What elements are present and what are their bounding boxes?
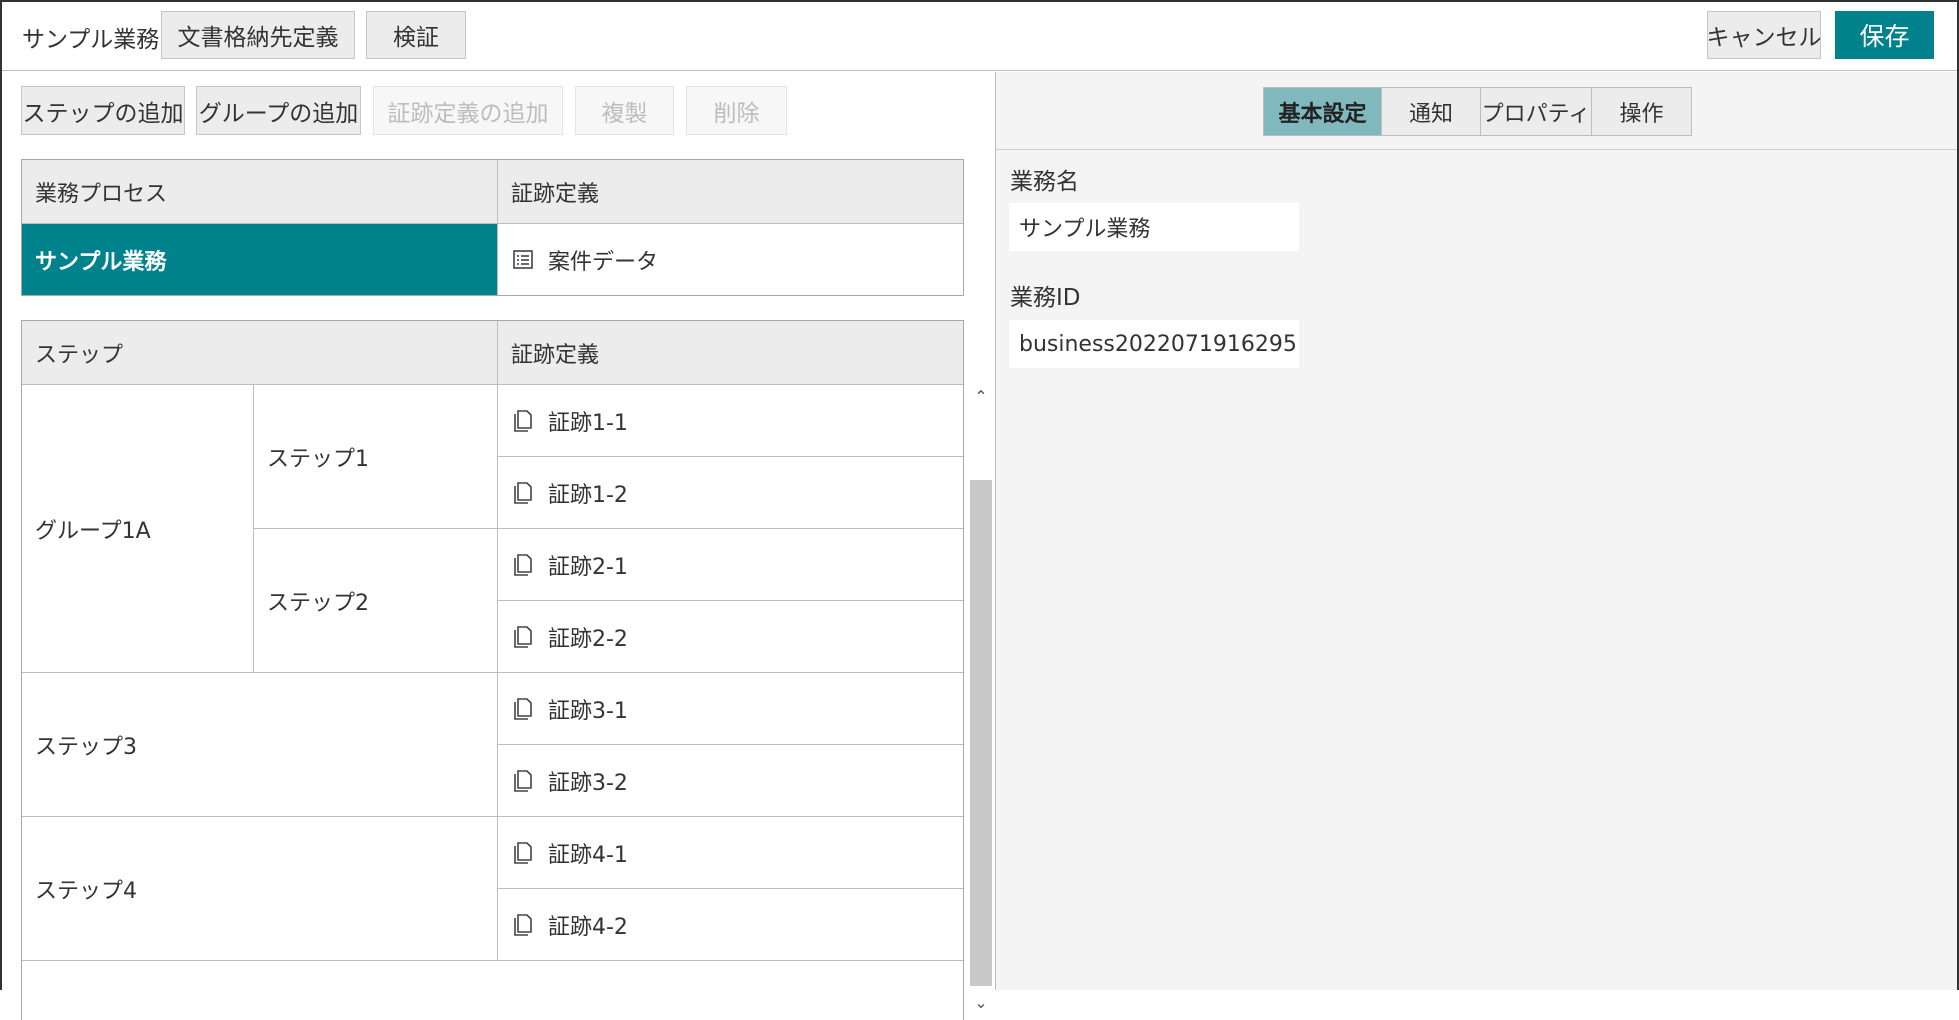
evidence-label: 証跡2-1 [548,554,628,580]
documents-icon [512,409,534,433]
evidence-label: 証跡4-1 [548,842,628,868]
documents-icon [512,625,534,649]
properties-panel: 基本設定 通知 プロパティ 操作 業務名 業務ID [996,72,1957,990]
add-evidence-definition-button[interactable]: 証跡定義の追加 [373,86,563,135]
group-cell[interactable]: グループ1A [22,385,254,673]
documents-icon [512,697,534,721]
evidence-label: 証跡3-1 [548,698,628,724]
documents-icon [512,481,534,505]
documents-icon [512,769,534,793]
evidence-label: 証跡1-1 [548,410,628,436]
process-evidence-cell[interactable]: 案件データ [498,224,963,295]
evidence-label: 証跡4-2 [548,914,628,940]
business-id-label: 業務ID [1010,285,1081,311]
evidence-cell[interactable]: 証跡1-1 [498,385,963,457]
scroll-down-icon[interactable]: ⌄ [970,993,992,1012]
evidence-cell[interactable]: 証跡2-2 [498,601,963,673]
scrollbar-thumb[interactable] [970,480,992,986]
evidence-label: 証跡3-2 [548,770,628,796]
documents-icon [512,841,534,865]
evidence-cell[interactable]: 証跡2-1 [498,529,963,601]
business-name-input[interactable] [1009,203,1299,251]
tab-divider [996,149,1957,150]
step-cell[interactable]: ステップ2 [254,529,498,673]
evidence-cell[interactable]: 証跡1-2 [498,457,963,529]
top-bar: サンプル業務 文書格納先定義 検証 キャンセル 保存 [2,2,1957,71]
app-title: サンプル業務 [22,27,160,53]
verify-button[interactable]: 検証 [366,11,466,59]
step-column-header: ステップ [22,321,498,385]
tab-notification[interactable]: 通知 [1381,87,1481,136]
documents-icon [512,913,534,937]
evidence-cell[interactable]: 証跡3-1 [498,673,963,745]
process-row-selected[interactable]: サンプル業務 [22,224,498,295]
step-cell[interactable]: ステップ4 [22,817,498,961]
evidence-cell[interactable]: 証跡3-2 [498,745,963,817]
business-name-label: 業務名 [1010,169,1079,195]
evidence-label: 証跡1-2 [548,482,628,508]
tab-properties[interactable]: プロパティ [1480,87,1592,136]
doc-store-definition-button[interactable]: 文書格納先定義 [161,11,355,59]
settings-tabs: 基本設定 通知 プロパティ 操作 [1263,87,1692,136]
evidence-cell[interactable]: 証跡4-1 [498,817,963,889]
business-id-input[interactable] [1009,320,1299,368]
process-column-header: 業務プロセス [22,160,498,224]
documents-icon [512,553,534,577]
step-table: ステップ 証跡定義 グループ1A ステップ1 ステップ2 ステップ3 ステップ4… [21,320,964,1020]
scroll-up-icon[interactable]: ⌃ [970,387,992,406]
add-step-button[interactable]: ステップの追加 [21,86,185,135]
evidence-cell[interactable]: 証跡4-2 [498,889,963,961]
delete-button[interactable]: 削除 [686,86,787,135]
step-cell[interactable]: ステップ1 [254,385,498,529]
step-cell[interactable]: ステップ3 [22,673,498,817]
app-window: サンプル業務 文書格納先定義 検証 キャンセル 保存 ステップの追加 グループの… [0,0,1959,1020]
duplicate-button[interactable]: 複製 [575,86,674,135]
tab-operations[interactable]: 操作 [1591,87,1692,136]
process-table: 業務プロセス 証跡定義 サンプル業務 案件データ [21,159,964,296]
save-button[interactable]: 保存 [1835,11,1934,59]
list-document-icon [512,248,534,272]
evidence-label: 案件データ [548,249,659,275]
add-group-button[interactable]: グループの追加 [196,86,361,135]
cancel-button[interactable]: キャンセル [1707,11,1822,59]
tab-basic-settings[interactable]: 基本設定 [1263,87,1382,136]
evidence-label: 証跡2-2 [548,626,628,652]
process-editor-panel: ステップの追加 グループの追加 証跡定義の追加 複製 削除 業務プロセス 証跡定… [2,72,995,1020]
step-evidence-column-header: 証跡定義 [498,321,963,385]
evidence-column-header: 証跡定義 [498,160,963,224]
